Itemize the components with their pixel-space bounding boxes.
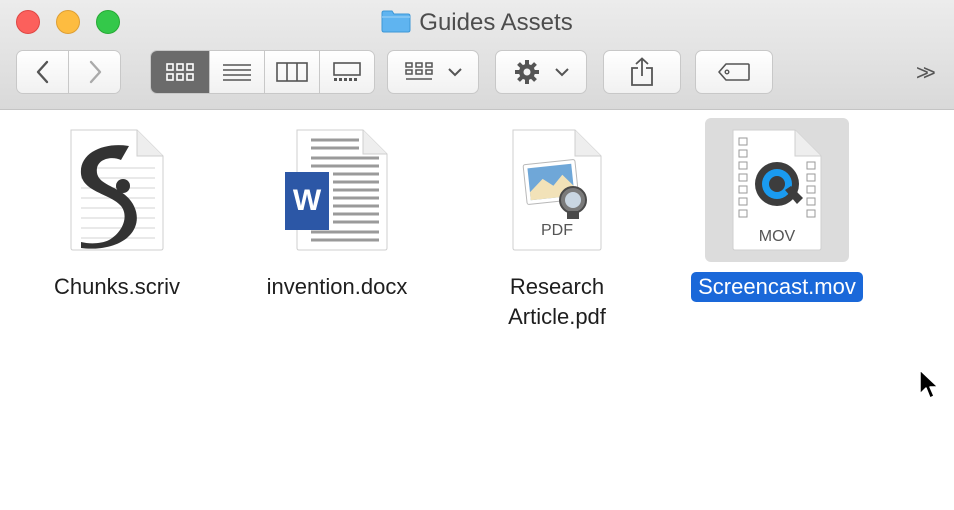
- group-by-icon: [405, 62, 433, 80]
- share-icon: [631, 57, 653, 86]
- gear-icon: [515, 60, 539, 84]
- folder-icon: [381, 9, 411, 41]
- group-by-button[interactable]: [387, 50, 479, 94]
- view-mode-selector: [150, 50, 375, 94]
- file-name: Research Article.pdf: [508, 274, 606, 329]
- chevron-right-icon: [89, 60, 101, 84]
- file-icon-container: W: [265, 118, 409, 262]
- file-type-label: MOV: [759, 228, 796, 245]
- gallery-view-icon: [333, 62, 361, 81]
- forward-button[interactable]: [69, 51, 120, 93]
- chevron-left-icon: [36, 60, 48, 84]
- file-name: invention.docx: [266, 274, 408, 299]
- file-item[interactable]: Chunks.scriv: [27, 118, 207, 302]
- column-view-icon: [276, 62, 308, 82]
- file-item[interactable]: W invention.docx: [247, 118, 427, 302]
- toolbar-overflow-button[interactable]: >>: [916, 60, 936, 86]
- toolbar-area: Guides Assets >>: [0, 0, 954, 110]
- mouse-pointer-icon: [919, 369, 939, 399]
- action-menu-button[interactable]: [495, 50, 587, 94]
- navigation-buttons: [16, 50, 121, 94]
- back-button[interactable]: [17, 51, 69, 93]
- word-document-icon: W: [285, 129, 388, 251]
- gallery-view-button[interactable]: [320, 51, 374, 93]
- file-name: Screencast.mov: [691, 272, 863, 302]
- quicktime-movie-icon: MOV: [732, 129, 822, 251]
- file-icon-container: MOV: [705, 118, 849, 262]
- finder-window: Guides Assets >> Chunks.scriv W inventio…: [0, 0, 954, 510]
- column-view-button[interactable]: [265, 51, 320, 93]
- tag-icon: [718, 63, 750, 81]
- file-icon-container: [485, 118, 629, 262]
- scrivener-document-icon: [70, 129, 164, 251]
- file-item-selected[interactable]: MOV Screencast.mov: [687, 118, 867, 302]
- file-name: Chunks.scriv: [54, 274, 180, 299]
- list-view-icon: [223, 64, 251, 81]
- chevron-down-icon: [555, 68, 569, 77]
- window-title-text: Guides Assets: [419, 9, 573, 36]
- window-title: Guides Assets: [0, 8, 954, 41]
- share-button[interactable]: [603, 50, 681, 94]
- icon-view-button[interactable]: [151, 51, 210, 93]
- file-icon-container: [45, 118, 189, 262]
- list-view-button[interactable]: [210, 51, 265, 93]
- chevron-down-icon: [448, 68, 462, 77]
- svg-text:W: W: [293, 184, 322, 217]
- icon-view-icon: [166, 63, 194, 81]
- file-icon-grid: Chunks.scriv W invention.docx Research A…: [0, 110, 954, 510]
- tags-button[interactable]: [695, 50, 773, 94]
- file-type-label: PDF: [541, 222, 573, 239]
